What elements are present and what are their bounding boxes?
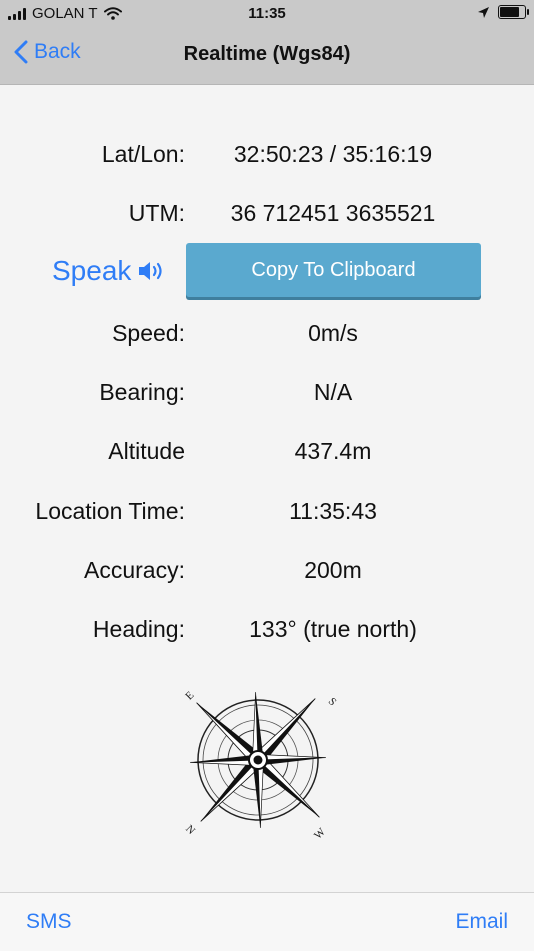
- location-time-label: Location Time:: [35, 498, 185, 524]
- status-time: 11:35: [248, 5, 286, 22]
- compass-rose-icon: E S N W: [183, 689, 339, 842]
- altitude-label: Altitude: [108, 438, 185, 464]
- speed-value: 0m/s: [308, 320, 358, 346]
- speed-label: Speed:: [112, 320, 185, 346]
- heading-value: 133° (true north): [249, 616, 417, 642]
- nav-bar: Back Realtime (Wgs84): [0, 28, 534, 85]
- location-arrow-icon: [478, 6, 489, 18]
- utm-label: UTM:: [128, 200, 185, 226]
- status-right: [477, 5, 529, 19]
- email-button[interactable]: Email: [455, 910, 508, 934]
- bearing-label: Bearing:: [99, 379, 185, 405]
- compass-letter-w: W: [312, 826, 328, 842]
- speaker-icon: [139, 262, 163, 280]
- copy-to-clipboard-button[interactable]: Copy To Clipboard: [186, 243, 481, 297]
- speak-button[interactable]: Speak: [52, 255, 167, 287]
- altitude-value: 437.4m: [294, 438, 372, 464]
- latlon-value: 32:50:23 / 35:16:19: [233, 141, 433, 167]
- speak-label: Speak: [52, 255, 132, 286]
- location-time-value: 11:35:43: [289, 498, 377, 524]
- page-title: Realtime (Wgs84): [183, 43, 351, 65]
- accuracy-label: Accuracy:: [84, 557, 185, 583]
- battery-icon: [498, 5, 529, 19]
- bottom-toolbar: SMS Email: [0, 892, 534, 951]
- accuracy-value: 200m: [304, 557, 362, 583]
- heading-label: Heading:: [92, 616, 185, 642]
- status-bar: GOLAN T 11:35: [0, 0, 534, 28]
- bearing-value: N/A: [313, 379, 353, 405]
- compass-letter-n: N: [183, 823, 197, 837]
- latlon-label: Lat/Lon:: [101, 141, 185, 167]
- compass-letter-e: E: [183, 689, 196, 702]
- utm-value: 36 712451 3635521: [230, 200, 436, 226]
- compass-letter-s: S: [326, 695, 339, 708]
- sms-button[interactable]: SMS: [26, 910, 72, 934]
